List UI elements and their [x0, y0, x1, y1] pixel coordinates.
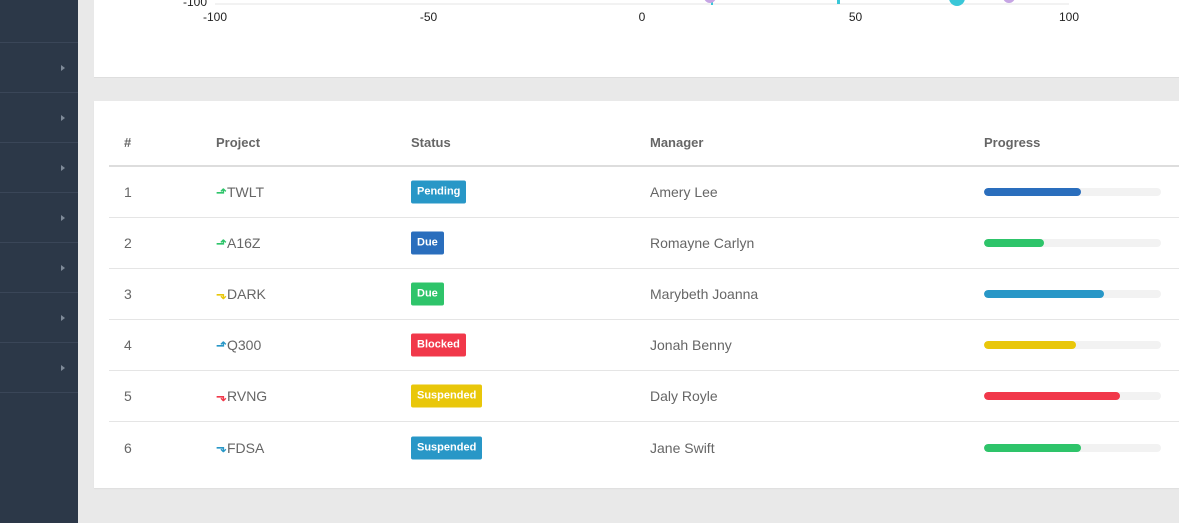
header-project: Project — [216, 135, 261, 150]
status-cell: Suspended — [411, 436, 483, 459]
x-tick-label: 50 — [849, 10, 863, 24]
chevron-right-icon — [61, 114, 65, 121]
project-cell: ⬏ A16Z — [216, 235, 260, 251]
manager-name: Romayne Carlyn — [650, 235, 755, 251]
x-tick-label: -100 — [203, 10, 227, 24]
manager-name: Daly Royle — [650, 388, 718, 404]
project-name[interactable]: TWLT — [227, 184, 264, 200]
project-name[interactable]: Q300 — [227, 337, 261, 353]
row-number: 6 — [124, 439, 132, 456]
header-num: # — [124, 135, 132, 150]
project-name[interactable]: FDSA — [227, 440, 264, 456]
trend-up-icon: ⬏ — [216, 184, 227, 200]
header-progress: Progress — [984, 135, 1041, 150]
x-tick-label: 0 — [639, 10, 646, 24]
sidebar-item[interactable] — [0, 243, 78, 293]
sidebar-item[interactable] — [0, 43, 78, 93]
project-cell: ⬎ RVNG — [216, 388, 267, 404]
status-badge: Due — [411, 282, 444, 306]
manager-name: Marybeth Joanna — [650, 286, 759, 302]
table-row[interactable]: 4 ⬏ Q300 Blocked Jonah Benny — [109, 320, 1179, 371]
row-number: 5 — [124, 388, 132, 404]
manager-name: Amery Lee — [650, 184, 718, 200]
status-badge: Due — [411, 231, 444, 255]
progress-bar — [984, 290, 1105, 298]
chevron-right-icon — [61, 364, 65, 371]
sidebar-item[interactable] — [0, 193, 78, 243]
progress-track — [984, 392, 1161, 400]
table-row[interactable]: 6 ⬎ FDSA Suspended Jane Swift — [109, 422, 1179, 473]
project-name[interactable]: A16Z — [227, 235, 260, 251]
row-number: 4 — [124, 337, 132, 353]
x-tick-label: -50 — [420, 10, 438, 24]
table-row[interactable]: 3 ⬎ DARK Due Marybeth Joanna — [109, 269, 1179, 320]
status-cell: Suspended — [411, 384, 483, 408]
status-badge: Suspended — [411, 384, 483, 408]
chart-point — [704, 0, 716, 3]
sidebar-item[interactable] — [0, 93, 78, 143]
chart-point — [1003, 0, 1015, 3]
project-cell: ⬏ Q300 — [216, 337, 261, 353]
y-tick-label: -100 — [183, 0, 207, 9]
trend-down-icon: ⬎ — [216, 286, 227, 302]
sidebar — [0, 0, 78, 523]
progress-track — [984, 290, 1161, 298]
status-cell: Pending — [411, 180, 467, 204]
progress-bar — [984, 341, 1077, 349]
trend-down-icon: ⬎ — [216, 388, 227, 404]
chevron-right-icon — [61, 214, 65, 221]
sidebar-item[interactable] — [0, 143, 78, 193]
progress-bar — [984, 392, 1121, 400]
manager-name: Jane Swift — [650, 439, 715, 456]
row-number: 3 — [124, 286, 132, 302]
project-cell: ⬎ DARK — [216, 286, 266, 302]
projects-table-card: # Project Status Manager Progress 1 ⬏ TW… — [94, 101, 1179, 488]
chart-point — [949, 0, 965, 6]
progress-bar — [984, 443, 1082, 452]
progress-bar — [984, 239, 1045, 247]
sidebar-header — [0, 0, 78, 43]
row-number: 1 — [124, 184, 132, 200]
project-cell: ⬏ TWLT — [216, 184, 264, 200]
status-badge: Blocked — [411, 333, 466, 357]
scatter-chart: -100-100 -50 0 50 100 — [183, 0, 1079, 24]
chevron-right-icon — [61, 264, 65, 271]
project-name[interactable]: RVNG — [227, 388, 267, 404]
chart-point — [837, 0, 840, 4]
manager-name: Jonah Benny — [650, 337, 732, 353]
x-tick-label: 100 — [1059, 10, 1079, 24]
status-badge: Suspended — [411, 436, 483, 459]
chevron-right-icon — [61, 64, 65, 71]
table-row[interactable]: 1 ⬏ TWLT Pending Amery Lee — [109, 167, 1179, 218]
progress-track — [984, 341, 1161, 349]
sidebar-item[interactable] — [0, 343, 78, 393]
chevron-right-icon — [61, 164, 65, 171]
progress-track — [984, 239, 1161, 247]
table-row[interactable]: 5 ⬎ RVNG Suspended Daly Royle — [109, 371, 1179, 422]
trend-down-icon: ⬎ — [216, 440, 227, 455]
row-number: 2 — [124, 235, 132, 251]
table-header: # Project Status Manager Progress — [109, 101, 1179, 167]
chevron-right-icon — [61, 314, 65, 321]
project-cell: ⬎ FDSA — [216, 440, 264, 456]
progress-track — [984, 443, 1161, 452]
table-row[interactable]: 2 ⬏ A16Z Due Romayne Carlyn — [109, 218, 1179, 269]
sidebar-item[interactable] — [0, 293, 78, 343]
trend-up-icon: ⬏ — [216, 235, 227, 251]
status-cell: Due — [411, 282, 444, 306]
header-status: Status — [411, 135, 451, 150]
trend-up-icon: ⬏ — [216, 337, 227, 353]
progress-bar — [984, 188, 1082, 196]
header-manager: Manager — [650, 135, 704, 150]
table-body: 1 ⬏ TWLT Pending Amery Lee 2 ⬏ A16Z Due … — [109, 167, 1179, 473]
status-cell: Blocked — [411, 333, 466, 357]
scatter-chart-card: -100 -100 -50 0 50 100 — [94, 0, 1179, 78]
status-badge: Pending — [411, 180, 467, 204]
status-cell: Due — [411, 231, 444, 255]
project-name[interactable]: DARK — [227, 286, 266, 302]
progress-track — [984, 188, 1161, 196]
projects-table: # Project Status Manager Progress 1 ⬏ TW… — [109, 101, 1179, 473]
